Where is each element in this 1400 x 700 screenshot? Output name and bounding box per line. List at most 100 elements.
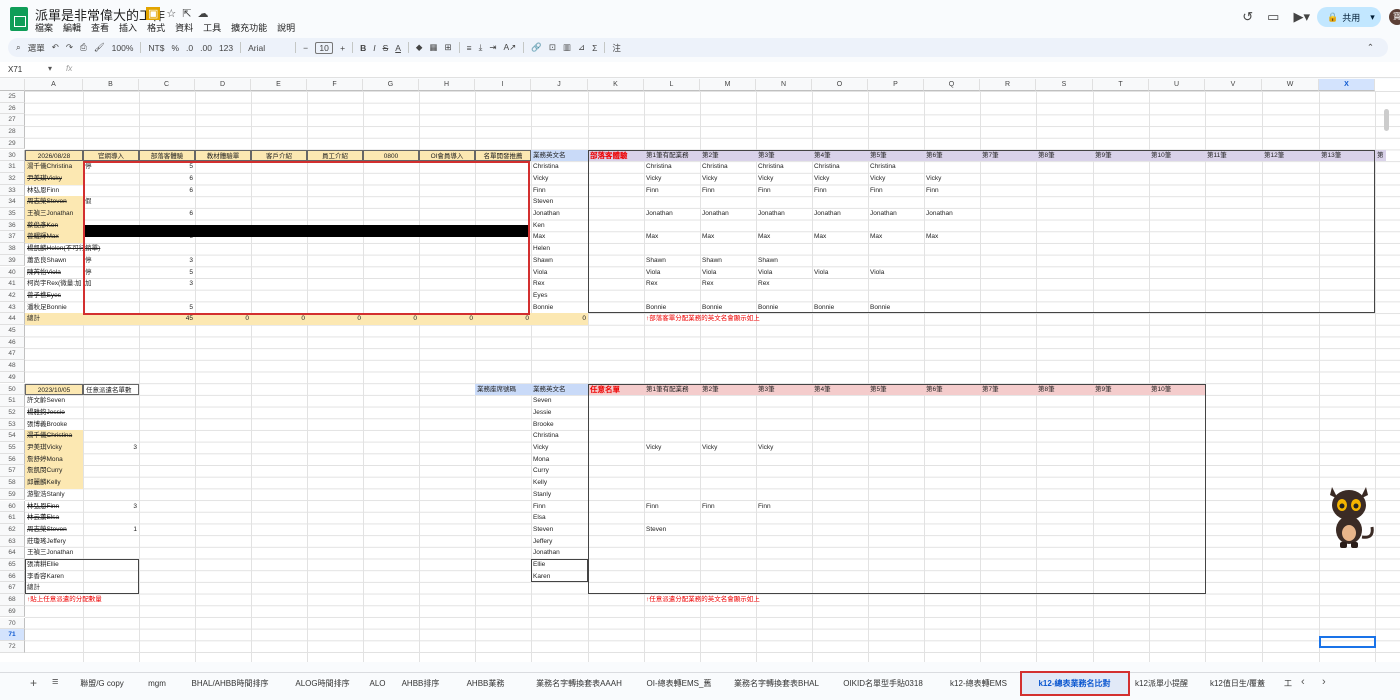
english-name-cell[interactable]: Elsa: [531, 512, 588, 524]
row-header-45[interactable]: 45: [0, 325, 25, 337]
italic-icon[interactable]: I: [373, 43, 375, 53]
english-name-cell[interactable]: Seven: [531, 395, 588, 407]
column-header-D[interactable]: D: [195, 79, 251, 91]
english-name-cell[interactable]: Bonnie: [531, 302, 588, 314]
sheet-tab[interactable]: k12派單小提醒: [1128, 673, 1195, 695]
sheet-tab[interactable]: ALO: [362, 673, 393, 695]
english-name-cell[interactable]: Vicky: [531, 442, 588, 454]
link-icon[interactable]: 🔗: [531, 42, 542, 53]
font-size-input[interactable]: 10: [315, 41, 334, 54]
select-all-corner[interactable]: [0, 79, 25, 91]
sheet-tab[interactable]: k12-總表轉EMS: [936, 673, 1021, 695]
name-cell[interactable]: 曾子樵Eyes: [25, 290, 83, 302]
column-header-U[interactable]: U: [1149, 79, 1205, 91]
column-header-Q[interactable]: Q: [924, 79, 980, 91]
name-cell[interactable]: 蔡俊彥Ken: [25, 219, 83, 232]
row-header-51[interactable]: 51: [0, 395, 25, 407]
row-header-59[interactable]: 59: [0, 488, 25, 501]
name-cell[interactable]: 游聖浩Stanly: [25, 489, 83, 501]
english-name-cell[interactable]: Christina: [531, 161, 588, 173]
column-label[interactable]: 員工介紹: [307, 149, 363, 162]
column-header-L[interactable]: L: [644, 79, 700, 91]
total-cell[interactable]: 0: [531, 313, 588, 325]
name-cell[interactable]: 林弘恩Finn: [25, 185, 83, 197]
sheet-tab[interactable]: mgm: [137, 673, 177, 695]
row-header-28[interactable]: 28: [0, 126, 25, 138]
column-label[interactable]: 業務英文名: [531, 149, 588, 162]
chevron-down-icon[interactable]: ▾: [48, 64, 52, 73]
date-cell[interactable]: 2026/08/28: [25, 149, 83, 162]
column-label[interactable]: 0800: [363, 149, 419, 162]
name-cell[interactable]: 潘秋足Bonnie: [25, 302, 83, 314]
strikethrough-icon[interactable]: S: [383, 43, 389, 53]
all-sheets-icon[interactable]: ≡: [52, 676, 58, 688]
undo-icon[interactable]: ↶: [52, 42, 59, 53]
merge-icon[interactable]: ⊞: [445, 42, 452, 53]
english-name-cell[interactable]: Jonathan: [531, 547, 588, 559]
collapse-toolbar-icon[interactable]: ⌃: [1367, 42, 1374, 53]
name-cell[interactable]: 湯千儀Christina: [25, 430, 83, 442]
english-name-cell[interactable]: Ken: [531, 220, 588, 232]
seat-label[interactable]: 業務座席號碼: [475, 383, 531, 396]
english-name-cell[interactable]: Stanly: [531, 489, 588, 501]
name-cell[interactable]: 尹美琪Vicky: [25, 172, 83, 185]
fill-color-icon[interactable]: ◆: [416, 42, 423, 53]
column-header-E[interactable]: E: [251, 79, 307, 91]
name-cell[interactable]: 王禎三Jonathan: [25, 208, 83, 220]
name-cell[interactable]: 曾耀輝Max: [25, 231, 83, 244]
currency-button[interactable]: NT$: [148, 43, 164, 53]
english-label[interactable]: 業務英文名: [531, 383, 588, 396]
name-cell[interactable]: 詹凱閔Curry: [25, 465, 83, 478]
row-header-42[interactable]: 42: [0, 289, 25, 302]
rotate-icon[interactable]: A↗: [503, 42, 516, 53]
column-header-T[interactable]: T: [1093, 79, 1149, 91]
english-name-cell[interactable]: Steven: [531, 196, 588, 208]
bottom-note[interactable]: ↑貼上任意派遣的分配數量: [25, 594, 145, 606]
increase-decimal-button[interactable]: .00: [200, 43, 212, 53]
sheet-tab[interactable]: 工: [1280, 673, 1296, 695]
sheet-tab[interactable]: AHBB排序: [393, 673, 448, 695]
row-header-36[interactable]: 36: [0, 219, 25, 232]
menu-5[interactable]: 格式: [147, 21, 165, 34]
row-header-64[interactable]: 64: [0, 547, 25, 559]
column-header-A[interactable]: A: [25, 79, 83, 91]
row-header-58[interactable]: 58: [0, 477, 25, 489]
column-header-F[interactable]: F: [307, 79, 363, 91]
vertical-scrollbar[interactable]: [1384, 109, 1389, 131]
english-name-cell[interactable]: Shawn: [531, 255, 588, 267]
row-header-70[interactable]: 70: [0, 617, 25, 630]
column-header-R[interactable]: R: [980, 79, 1036, 91]
column-header-W[interactable]: W: [1262, 79, 1319, 91]
row-header-38[interactable]: 38: [0, 243, 25, 255]
sheet-tab[interactable]: 業務名字轉換套表BHAL: [723, 673, 830, 695]
row-header-33[interactable]: 33: [0, 184, 25, 197]
column-label[interactable]: 客戶介紹: [251, 149, 307, 162]
name-cell[interactable]: 莊瓊瑤Jeffery: [25, 536, 83, 548]
row-header-37[interactable]: 37: [0, 231, 25, 244]
align-icon[interactable]: ≡: [467, 43, 472, 53]
search-icon[interactable]: ⌕: [16, 42, 21, 53]
column-header-B[interactable]: B: [83, 79, 139, 91]
text-color-icon[interactable]: A: [395, 43, 401, 53]
comment-add-icon[interactable]: ⊡: [549, 42, 556, 53]
row-header-56[interactable]: 56: [0, 453, 25, 466]
english-name-cell[interactable]: Brooke: [531, 419, 588, 431]
row-header-30[interactable]: 30: [0, 149, 25, 162]
sheet-tab[interactable]: ALOG時間排序: [283, 673, 362, 695]
english-name-cell[interactable]: Jeffery: [531, 536, 588, 548]
number-format-button[interactable]: 123: [219, 43, 233, 53]
row-header-62[interactable]: 62: [0, 523, 25, 536]
chevron-down-icon[interactable]: ▾: [1370, 12, 1375, 23]
sheet-tab[interactable]: k12值日生/覆蓋: [1195, 673, 1280, 695]
row-header-39[interactable]: 39: [0, 254, 25, 267]
row-header-32[interactable]: 32: [0, 172, 25, 185]
english-name-cell[interactable]: Jonathan: [531, 208, 588, 220]
cloud-icon[interactable]: ☁: [198, 7, 209, 20]
menu-8[interactable]: 擴充功能: [231, 21, 267, 34]
decrease-decimal-button[interactable]: .0: [186, 43, 193, 53]
avatar[interactable]: 寶: [1389, 9, 1400, 25]
column-label[interactable]: 任意派遣名單數: [83, 383, 139, 396]
menu-1[interactable]: 檔案: [35, 21, 53, 34]
row-header-53[interactable]: 53: [0, 418, 25, 431]
menu-7[interactable]: 工具: [203, 21, 221, 34]
